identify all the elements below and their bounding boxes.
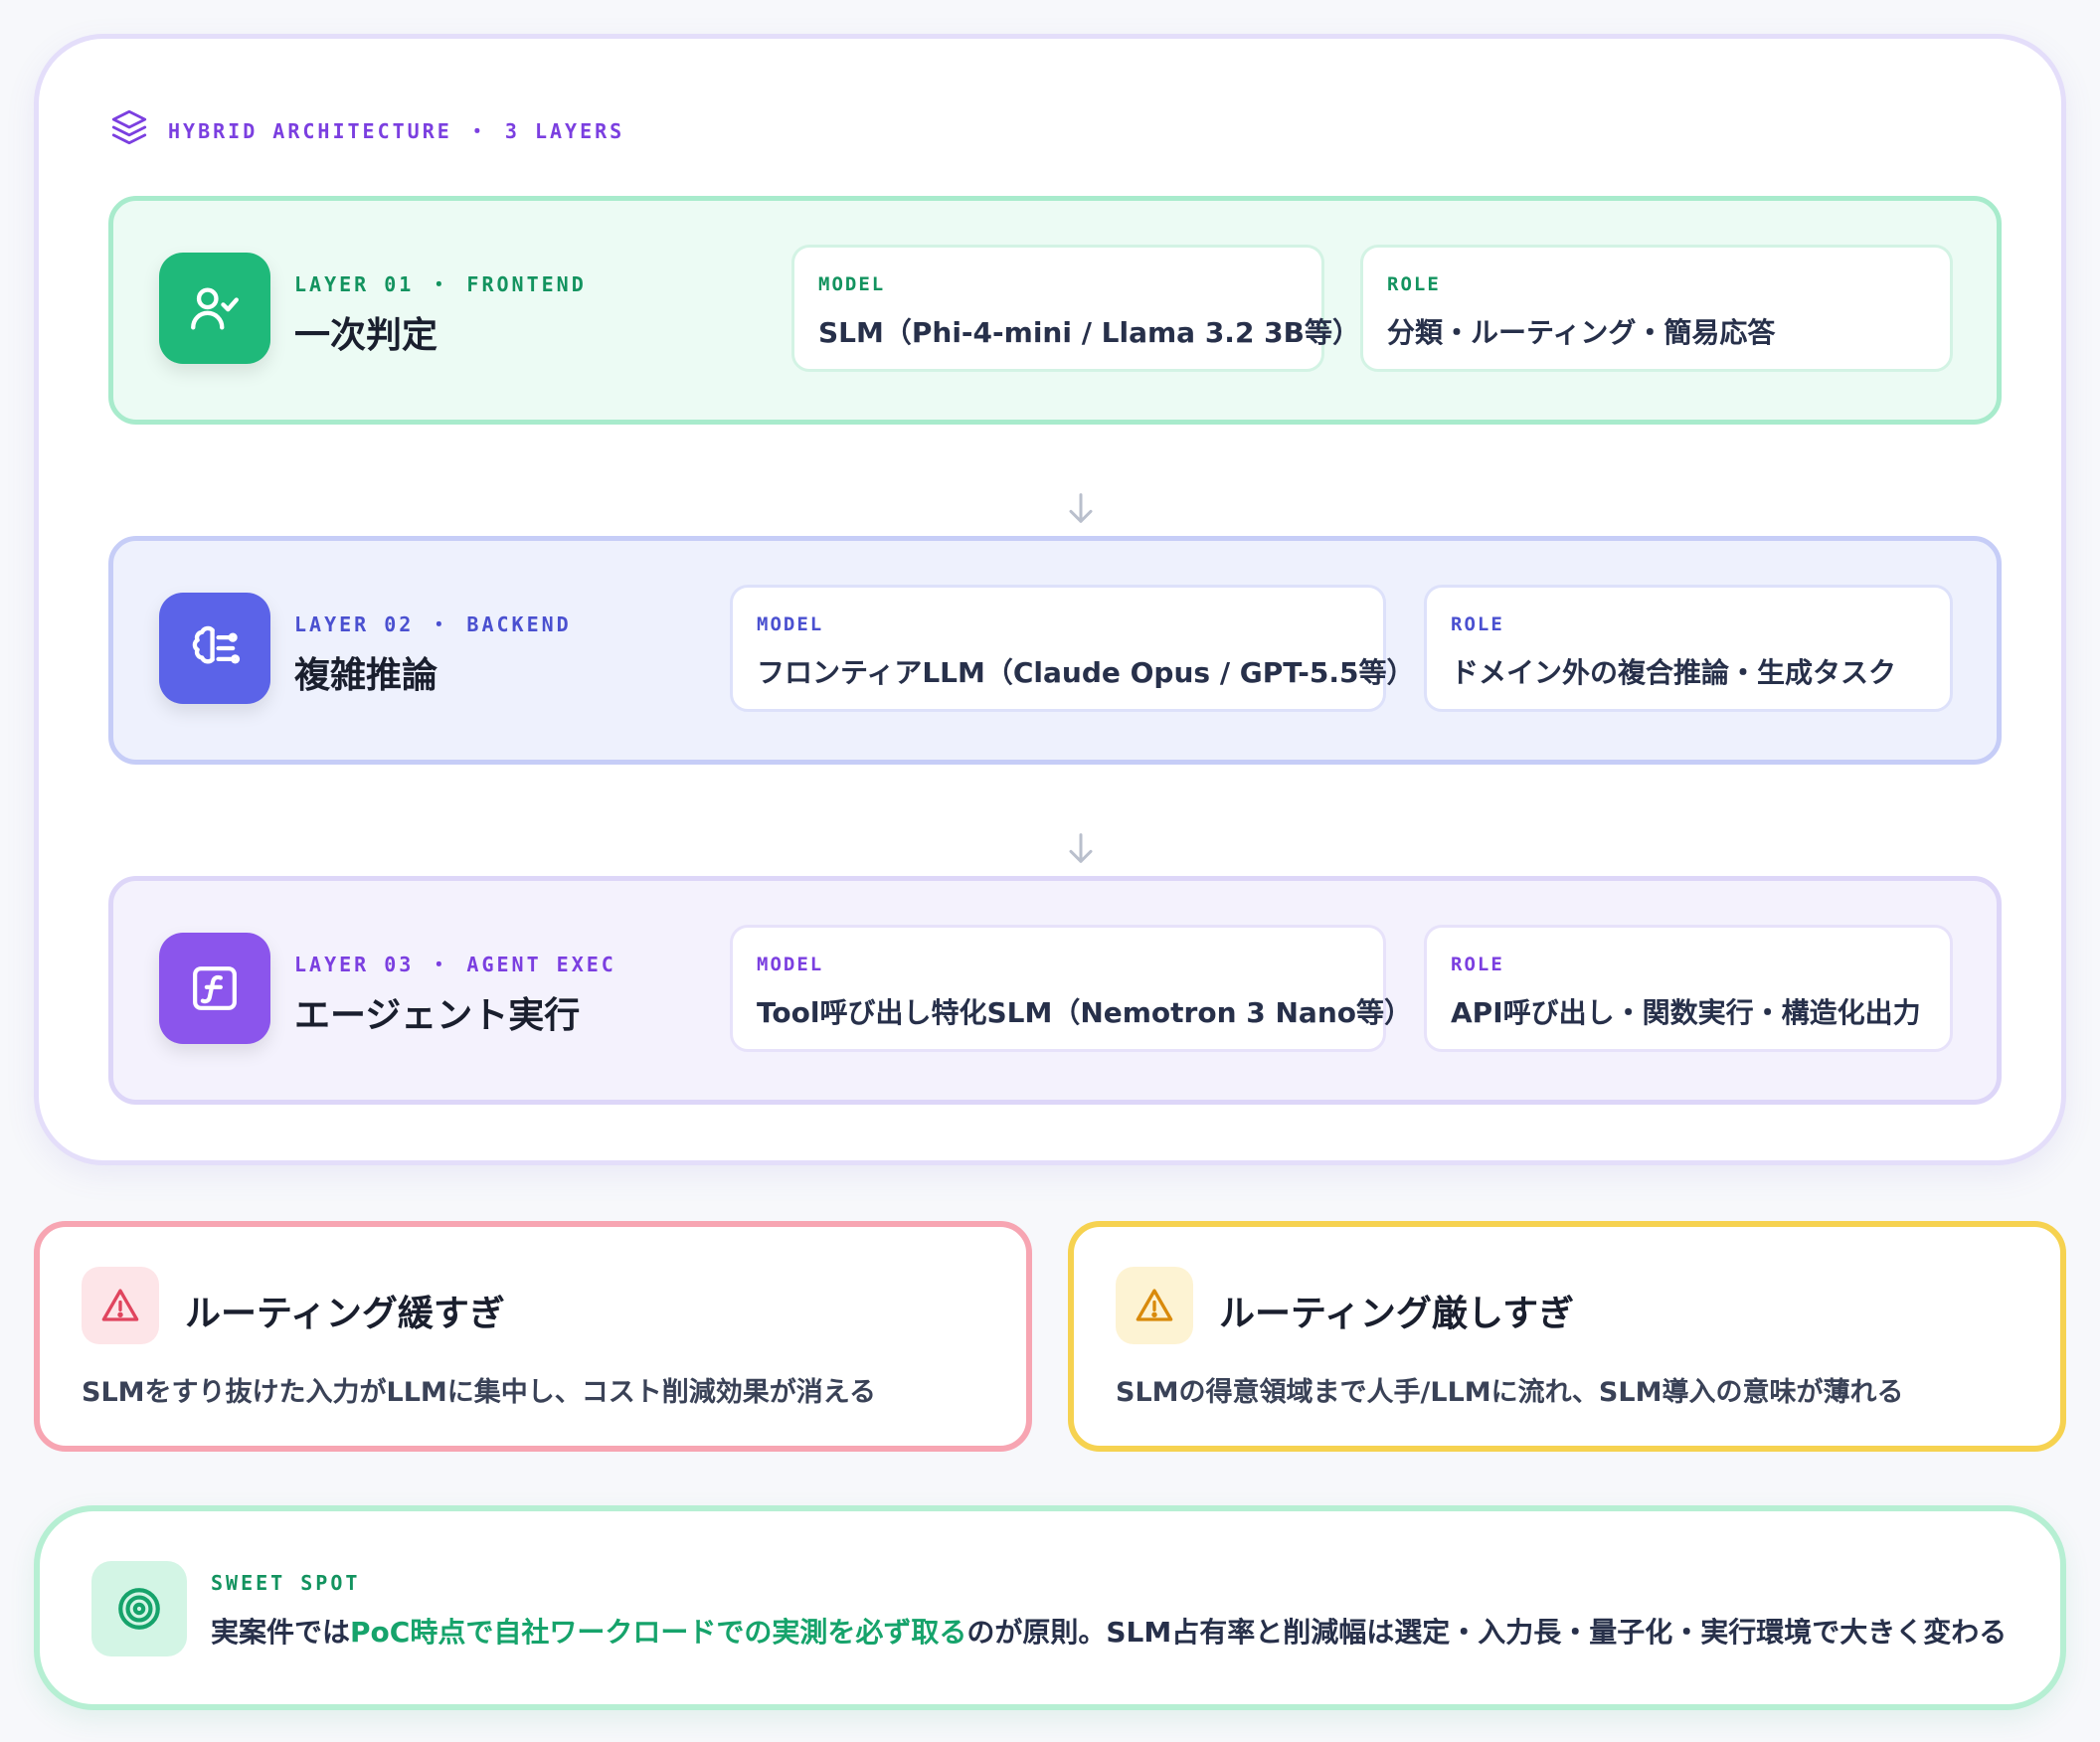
model-value: フロンティアLLM（Claude Opus / GPT-5.5等） — [757, 656, 1415, 689]
warning-body: SLMの得意領域まで人手/LLMに流れ、SLM導入の意味が薄れる — [1116, 1377, 1904, 1408]
layer-eyebrow: LAYER 01 ・ FRONTEND — [294, 272, 587, 296]
function-icon — [159, 933, 270, 1044]
sweet-spot-card: SWEET SPOT 実案件ではPoC時点で自社ワークロードでの実測を必ず取るの… — [34, 1505, 2066, 1710]
layers-icon — [108, 106, 150, 152]
architecture-label: HYBRID ARCHITECTURE ・ 3 LAYERS — [168, 118, 625, 143]
warning-triangle-icon — [82, 1267, 159, 1344]
model-key: MODEL — [757, 954, 824, 975]
role-key: ROLE — [1451, 613, 1504, 635]
warning-triangle-icon — [1116, 1267, 1193, 1344]
layer-frontend: LAYER 01 ・ FRONTEND 一次判定 MODEL SLM（Phi-4… — [108, 196, 2002, 425]
role-value: 分類・ルーティング・簡易応答 — [1387, 316, 1776, 349]
warning-card-loose: ルーティング緩すぎ SLMをすり抜けた入力がLLMに集中し、コスト削減効果が消え… — [34, 1221, 1032, 1452]
warning-card-strict: ルーティング厳しすぎ SLMの得意領域まで人手/LLMに流れ、SLM導入の意味が… — [1068, 1221, 2066, 1452]
layer-eyebrow: LAYER 03 ・ AGENT EXEC — [294, 953, 616, 976]
layer-title: 一次判定 — [294, 315, 438, 356]
layer-backend: LAYER 02 ・ BACKEND 複雑推論 MODEL フロンティアLLM（… — [108, 536, 2002, 765]
warning-title: ルーティング緩すぎ — [185, 1294, 505, 1334]
arrow-down-icon — [1069, 833, 1093, 863]
layer-title: 複雑推論 — [294, 655, 438, 696]
model-key: MODEL — [757, 613, 824, 635]
warning-title: ルーティング厳しすぎ — [1219, 1294, 1575, 1334]
user-check-icon — [159, 253, 270, 364]
model-value: Tool呼び出し特化SLM（Nemotron 3 Nano等） — [757, 996, 1412, 1029]
layer-agent-exec: LAYER 03 ・ AGENT EXEC エージェント実行 MODEL Too… — [108, 876, 2002, 1105]
model-key: MODEL — [818, 273, 886, 295]
sweet-spot-text-after: のが原則。SLM占有率と削減幅は選定・入力長・量子化・実行環境で大きく変わる — [966, 1616, 2008, 1649]
model-box: MODEL フロンティアLLM（Claude Opus / GPT-5.5等） — [730, 585, 1415, 712]
brain-icon — [159, 593, 270, 704]
role-value: API呼び出し・関数実行・構造化出力 — [1451, 996, 1921, 1029]
layer-title: エージェント実行 — [294, 995, 581, 1036]
model-box: MODEL SLM（Phi-4-mini / Llama 3.2 3B等） — [791, 245, 1361, 372]
role-box: ROLE API呼び出し・関数実行・構造化出力 — [1424, 925, 1953, 1052]
arrow-down-icon — [1069, 493, 1093, 523]
target-icon — [91, 1561, 187, 1656]
role-key: ROLE — [1387, 273, 1441, 295]
model-box: MODEL Tool呼び出し特化SLM（Nemotron 3 Nano等） — [730, 925, 1412, 1052]
architecture-card: HYBRID ARCHITECTURE ・ 3 LAYERS LAYER 01 … — [34, 34, 2066, 1165]
sweet-spot-text-before: 実案件では — [211, 1616, 351, 1649]
role-box: ROLE 分類・ルーティング・簡易応答 — [1360, 245, 1953, 372]
sweet-spot-text: 実案件ではPoC時点で自社ワークロードでの実測を必ず取るのが原則。SLM占有率と… — [211, 1611, 2007, 1651]
architecture-header: HYBRID ARCHITECTURE ・ 3 LAYERS — [108, 106, 624, 152]
role-box: ROLE ドメイン外の複合推論・生成タスク — [1424, 585, 1953, 712]
role-key: ROLE — [1451, 954, 1504, 975]
model-value: SLM（Phi-4-mini / Llama 3.2 3B等） — [818, 316, 1361, 349]
warning-body: SLMをすり抜けた入力がLLMに集中し、コスト削減効果が消える — [82, 1377, 876, 1408]
layer-eyebrow: LAYER 02 ・ BACKEND — [294, 612, 572, 636]
sweet-spot-eyebrow: SWEET SPOT — [211, 1571, 361, 1595]
sweet-spot-highlight: PoC時点で自社ワークロードでの実測を必ず取る — [350, 1616, 967, 1649]
role-value: ドメイン外の複合推論・生成タスク — [1451, 656, 1897, 689]
